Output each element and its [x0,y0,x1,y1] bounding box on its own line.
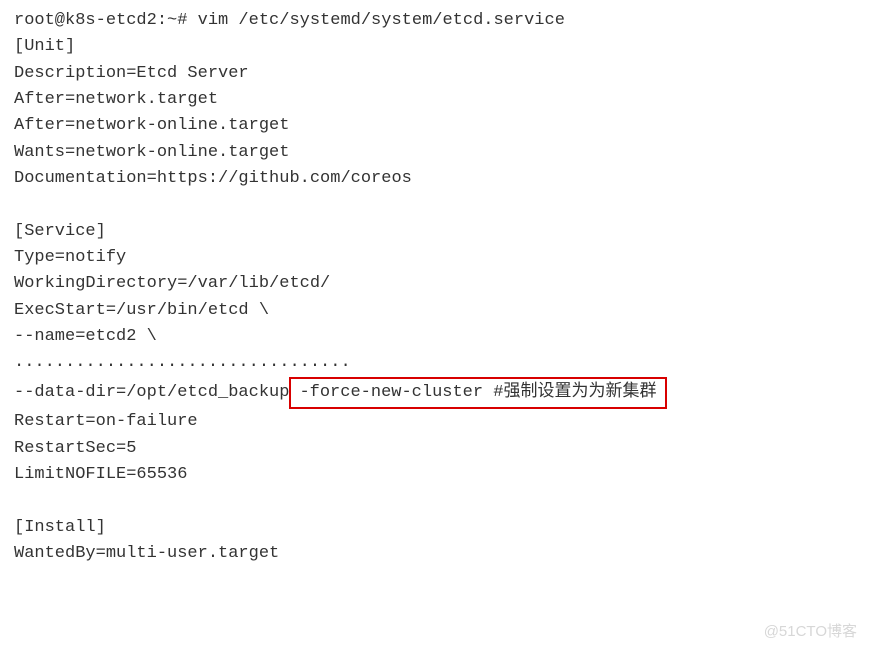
config-line: [Install] [14,515,859,541]
config-line: After=network-online.target [14,113,859,139]
config-line: ................................. [14,350,859,376]
terminal-line: root@k8s-etcd2:~# vim /etc/systemd/syste… [14,8,859,34]
blank-line [14,488,859,514]
blank-line [14,192,859,218]
config-line: WantedBy=multi-user.target [14,541,859,567]
config-line: Description=Etcd Server [14,61,859,87]
config-line: --name=etcd2 \ [14,324,859,350]
config-line: [Service] [14,219,859,245]
config-text: --data-dir=/opt/etcd_backup [14,380,289,406]
config-line: Restart=on-failure [14,409,859,435]
config-line: Wants=network-online.target [14,140,859,166]
config-line: Type=notify [14,245,859,271]
config-line: After=network.target [14,87,859,113]
highlight-box: -force-new-cluster #强制设置为为新集群 [289,377,666,409]
config-line: Documentation=https://github.com/coreos [14,166,859,192]
config-line: WorkingDirectory=/var/lib/etcd/ [14,271,859,297]
config-line: RestartSec=5 [14,436,859,462]
config-line: [Unit] [14,34,859,60]
watermark: @51CTO博客 [764,620,857,643]
config-line: LimitNOFILE=65536 [14,462,859,488]
config-line: ExecStart=/usr/bin/etcd \ [14,298,859,324]
config-line-highlighted: --data-dir=/opt/etcd_backup -force-new-c… [14,377,859,409]
